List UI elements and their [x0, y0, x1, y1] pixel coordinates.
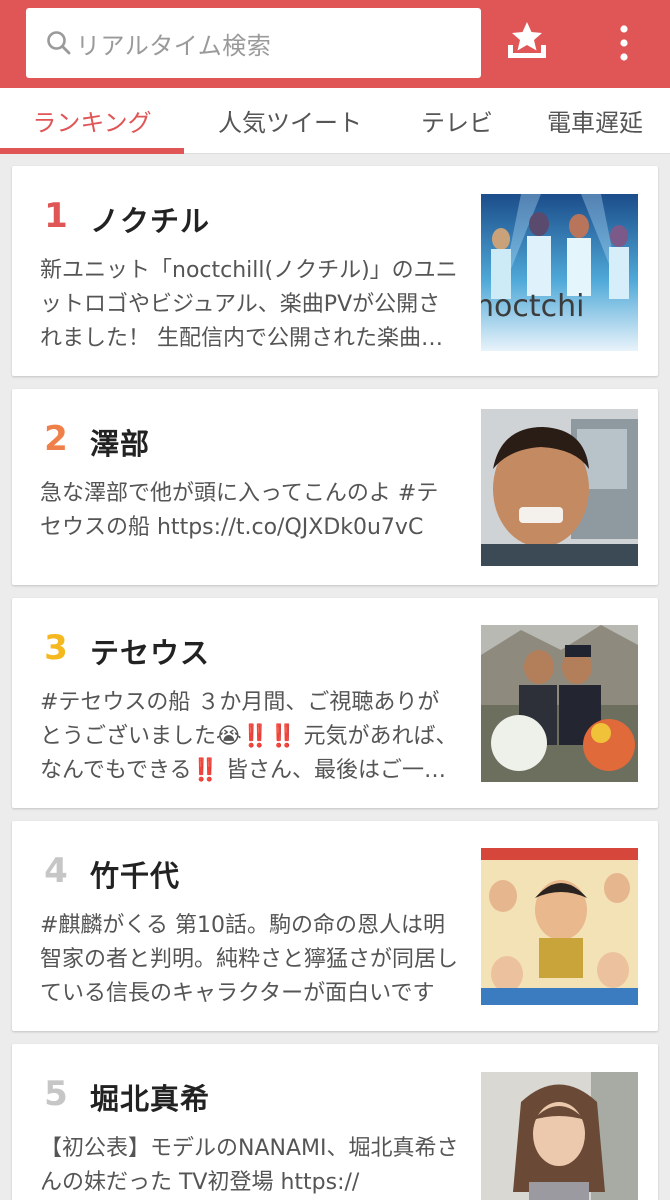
tab-train-delay[interactable]: 電車遅延	[532, 88, 658, 154]
thumbnail-image: noctchi	[481, 194, 638, 351]
search-icon	[47, 31, 71, 55]
more-menu-button[interactable]	[606, 20, 642, 68]
ranking-item[interactable]: 4 竹千代 #麒麟がくる 第10話。駒の命の恩人は明智家の者と判明。純粋さと獰猛…	[12, 821, 658, 1031]
keyword-title: 堀北真希	[90, 1082, 211, 1116]
tab-ranking[interactable]: ランキング	[0, 88, 184, 154]
rank-number: 1	[44, 196, 68, 236]
keyword-title: 竹千代	[90, 859, 181, 893]
item-description: 急な澤部で他が頭に入ってこんのよ #テセウスの船 https://t.co/QJ…	[40, 481, 439, 540]
ranking-item[interactable]: 3 テセウス #テセウスの船 ３か月間、ご視聴ありがとうございました😭‼️‼️ …	[12, 598, 658, 808]
rank-number: 2	[44, 419, 68, 459]
search-placeholder: リアルタイム検索	[76, 31, 272, 60]
rank-number: 5	[44, 1074, 68, 1114]
active-tab-indicator	[0, 148, 184, 154]
app-bar: リアルタイム検索	[0, 0, 670, 88]
rank-number: 4	[44, 851, 68, 891]
category-tabs: ランキング 人気ツイート テレビ 電車遅延	[0, 88, 670, 154]
item-description: 【初公表】モデルのNANAMI、堀北真希さんの妹だった TV初登場 https:…	[40, 1136, 459, 1195]
star-tray-icon	[508, 22, 546, 58]
item-description: #麒麟がくる 第10話。駒の命の恩人は明智家の者と判明。純粋さと獰猛さが同居して…	[40, 913, 459, 1006]
ranking-item[interactable]: 5 堀北真希 【初公表】モデルのNANAMI、堀北真希さんの妹だった TV初登場…	[12, 1044, 658, 1200]
rank-number: 3	[44, 628, 68, 668]
thumbnail-image	[481, 409, 638, 566]
thumbnail-image	[481, 625, 638, 782]
thumbnail-image	[481, 848, 638, 1005]
ranking-item[interactable]: 2 澤部 急な澤部で他が頭に入ってこんのよ #テセウスの船 https://t.…	[12, 389, 658, 585]
keyword-title: ノクチル	[90, 204, 211, 238]
ranking-item[interactable]: 1 ノクチル 新ユニット「noctchill(ノクチル)」のユニットロゴやビジュ…	[12, 166, 658, 376]
tab-popular-tweets[interactable]: 人気ツイート	[198, 88, 382, 154]
tab-tv[interactable]: テレビ	[382, 88, 532, 154]
keyword-title: 澤部	[90, 427, 151, 461]
item-description: #テセウスの船 ３か月間、ご視聴ありがとうございました😭‼️‼️ 元気があれば、…	[40, 690, 458, 783]
favorites-button[interactable]	[502, 18, 552, 68]
more-vertical-icon	[620, 25, 628, 61]
item-description: 新ユニット「noctchill(ノクチル)」のユニットロゴやビジュアル、楽曲PV…	[40, 258, 458, 351]
thumbnail-image	[481, 1072, 638, 1200]
keyword-title: テセウス	[90, 636, 211, 670]
search-input[interactable]: リアルタイム検索	[26, 8, 481, 78]
svg-text:noctchi: noctchi	[481, 289, 584, 324]
